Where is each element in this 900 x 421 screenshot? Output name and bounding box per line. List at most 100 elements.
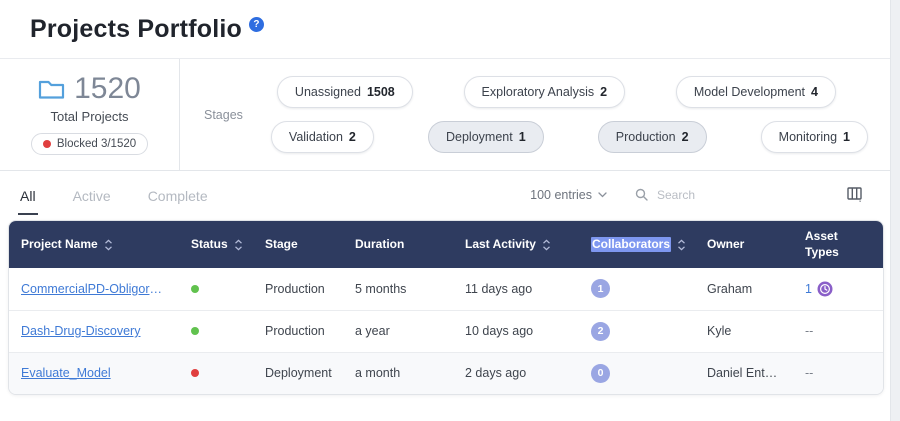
collaborators-badge[interactable]: 1: [591, 279, 610, 298]
stage-pill-row-1: Unassigned 1508 Exploratory Analysis 2 Mod…: [259, 76, 870, 108]
owner-cell: Daniel Enth...: [695, 352, 793, 394]
clock-icon[interactable]: [817, 281, 833, 297]
stage-pill-model-development[interactable]: Model Development 4: [676, 76, 836, 108]
folder-icon: [38, 79, 65, 100]
stage-pill-label: Deployment: [446, 130, 513, 144]
column-header-status[interactable]: Status: [179, 221, 253, 268]
column-label: Stage: [265, 237, 298, 252]
stage-pill-count: 1508: [367, 85, 395, 99]
info-icon[interactable]: ?: [249, 17, 264, 32]
total-projects-card: 1520 Total Projects Blocked 3/1520: [0, 59, 180, 170]
column-header-owner: Owner: [695, 221, 793, 268]
stage-pill-count: 4: [811, 85, 818, 99]
last-activity-cell: 11 days ago: [453, 268, 579, 310]
tab-complete[interactable]: Complete: [146, 175, 210, 215]
sort-icon: [677, 239, 686, 251]
project-name-link[interactable]: Dash-Drug-Discovery: [21, 324, 167, 338]
stages-panel: Stages Unassigned 1508 Exploratory Analys…: [180, 59, 890, 170]
stage-pill-unassigned[interactable]: Unassigned 1508: [277, 76, 413, 108]
stage-pill-label: Unassigned: [295, 85, 361, 99]
table-row: Evaluate_Model Deployment a month 2 days…: [9, 352, 883, 394]
project-name-link[interactable]: CommercialPD-ObligorRis...: [21, 282, 167, 296]
stage-pill-production[interactable]: Production 2: [598, 121, 707, 153]
table-row: CommercialPD-ObligorRis... Production 5 …: [9, 268, 883, 310]
search-icon: [635, 188, 648, 201]
projects-table-container: Project Name Status Stage Duration Last …: [8, 220, 884, 395]
stage-pill-monitoring[interactable]: Monitoring 1: [761, 121, 868, 153]
column-label: Owner: [707, 237, 744, 252]
duration-cell: a year: [343, 310, 453, 352]
stage-pill-count: 1: [843, 130, 850, 144]
tab-active[interactable]: Active: [71, 175, 113, 215]
tab-all[interactable]: All: [18, 175, 38, 215]
stage-cell: Deployment: [253, 352, 343, 394]
page-title: Projects Portfolio: [30, 14, 242, 44]
duration-cell: a month: [343, 352, 453, 394]
page-header: Projects Portfolio ?: [0, 0, 890, 59]
collaborators-badge[interactable]: 2: [591, 322, 610, 341]
stats-section: 1520 Total Projects Blocked 3/1520 Stage…: [0, 59, 890, 171]
column-header-project-name[interactable]: Project Name: [9, 221, 179, 268]
sort-icon: [234, 239, 243, 251]
column-label: Asset Types: [805, 229, 851, 260]
column-label: Last Activity: [465, 237, 536, 252]
total-projects-top: 1520: [38, 74, 141, 104]
stage-pill-deployment[interactable]: Deployment 1: [428, 121, 544, 153]
blocked-filter-badge[interactable]: Blocked 3/1520: [31, 133, 148, 155]
column-label: Status: [191, 237, 228, 252]
stage-cell: Production: [253, 310, 343, 352]
column-label: Collaborators: [591, 237, 671, 252]
stage-pill-exploratory-analysis[interactable]: Exploratory Analysis 2: [464, 76, 626, 108]
owner-cell: Kyle: [695, 310, 793, 352]
entries-dropdown[interactable]: 100 entries: [524, 187, 613, 203]
last-activity-cell: 10 days ago: [453, 310, 579, 352]
collaborators-badge[interactable]: 0: [591, 364, 610, 383]
table-header-row: Project Name Status Stage Duration Last …: [9, 221, 883, 268]
projects-portfolio-page: Projects Portfolio ? 1520 Total Projects…: [0, 0, 891, 421]
project-name-link[interactable]: Evaluate_Model: [21, 366, 167, 380]
stage-pill-count: 2: [682, 130, 689, 144]
column-header-asset-types: Asset Types: [793, 221, 883, 268]
stage-pill-label: Production: [616, 130, 676, 144]
asset-count: --: [805, 324, 813, 338]
blocked-status-dot-icon: [43, 140, 51, 148]
table-controls: 100 entries: [524, 185, 866, 204]
stage-pill-row-2: Validation 2 Deployment 1 Production 2 Moni…: [259, 121, 870, 153]
stage-cell: Production: [253, 268, 343, 310]
column-settings-icon[interactable]: [845, 185, 866, 204]
search-box: [635, 187, 803, 203]
stages-label: Stages: [204, 108, 243, 122]
table-row: Dash-Drug-Discovery Production a year 10…: [9, 310, 883, 352]
sort-icon: [542, 239, 551, 251]
asset-count[interactable]: 1: [805, 282, 812, 296]
stage-pill-validation[interactable]: Validation 2: [271, 121, 374, 153]
status-dot-icon: [191, 369, 199, 377]
stage-pill-count: 2: [349, 130, 356, 144]
column-header-stage: Stage: [253, 221, 343, 268]
stage-pill-label: Exploratory Analysis: [482, 85, 595, 99]
total-projects-count: 1520: [74, 74, 141, 104]
duration-cell: 5 months: [343, 268, 453, 310]
sort-icon: [104, 239, 113, 251]
stage-pill-rows: Unassigned 1508 Exploratory Analysis 2 Mod…: [259, 76, 870, 153]
stage-pill-label: Monitoring: [779, 130, 837, 144]
blocked-label: Blocked 3/1520: [57, 138, 136, 150]
status-dot-icon: [191, 327, 199, 335]
stage-pill-label: Model Development: [694, 85, 805, 99]
last-activity-cell: 2 days ago: [453, 352, 579, 394]
column-header-collaborators[interactable]: Collaborators: [579, 221, 695, 268]
status-dot-icon: [191, 285, 199, 293]
column-label: Project Name: [21, 237, 98, 252]
total-projects-label: Total Projects: [50, 109, 128, 124]
chevron-down-icon: [598, 192, 607, 198]
column-header-duration: Duration: [343, 221, 453, 268]
tab-bar: All Active Complete 100 entries: [0, 171, 890, 218]
stage-pill-label: Validation: [289, 130, 343, 144]
column-label: Duration: [355, 237, 404, 252]
asset-count: --: [805, 366, 813, 380]
search-input[interactable]: [655, 187, 785, 203]
projects-table: Project Name Status Stage Duration Last …: [9, 221, 883, 394]
stage-pill-count: 2: [600, 85, 607, 99]
column-header-last-activity[interactable]: Last Activity: [453, 221, 579, 268]
stage-pill-count: 1: [519, 130, 526, 144]
